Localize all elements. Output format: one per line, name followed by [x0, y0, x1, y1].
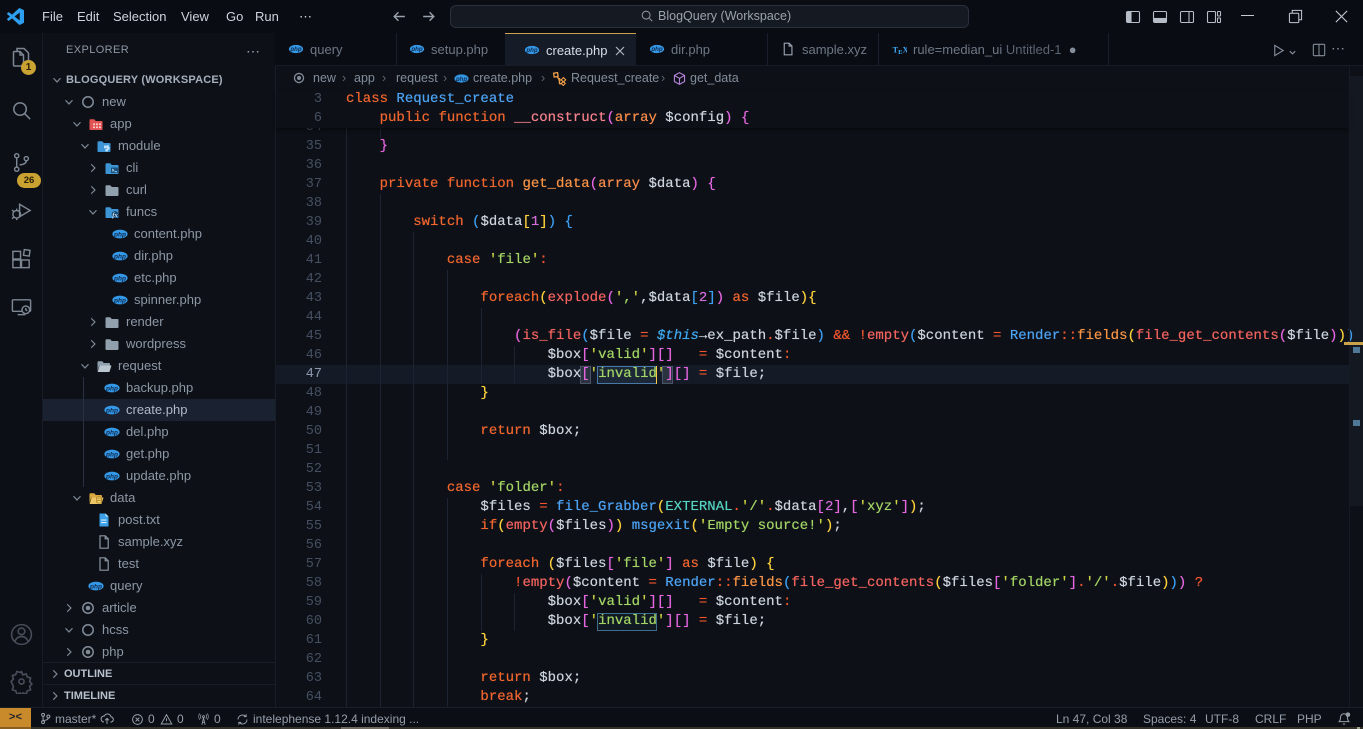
svg-text:php: php	[105, 451, 118, 458]
svg-text:php: php	[455, 77, 467, 83]
svg-text:php: php	[289, 46, 301, 53]
svg-text:php: php	[113, 297, 126, 304]
svg-text:php: php	[105, 385, 118, 392]
svg-text:php: php	[89, 583, 102, 590]
svg-text:php: php	[105, 429, 118, 436]
svg-text:php: php	[525, 47, 537, 54]
svg-text:php: php	[113, 275, 126, 282]
svg-text:php: php	[410, 46, 422, 53]
svg-text:php: php	[105, 407, 118, 414]
svg-text:php: php	[650, 46, 662, 53]
svg-text:php: php	[113, 231, 126, 238]
svg-text:fx: fx	[112, 212, 118, 219]
svg-text:php: php	[105, 473, 118, 480]
svg-text:TEX: TEX	[892, 44, 907, 56]
svg-text:php: php	[113, 253, 126, 260]
